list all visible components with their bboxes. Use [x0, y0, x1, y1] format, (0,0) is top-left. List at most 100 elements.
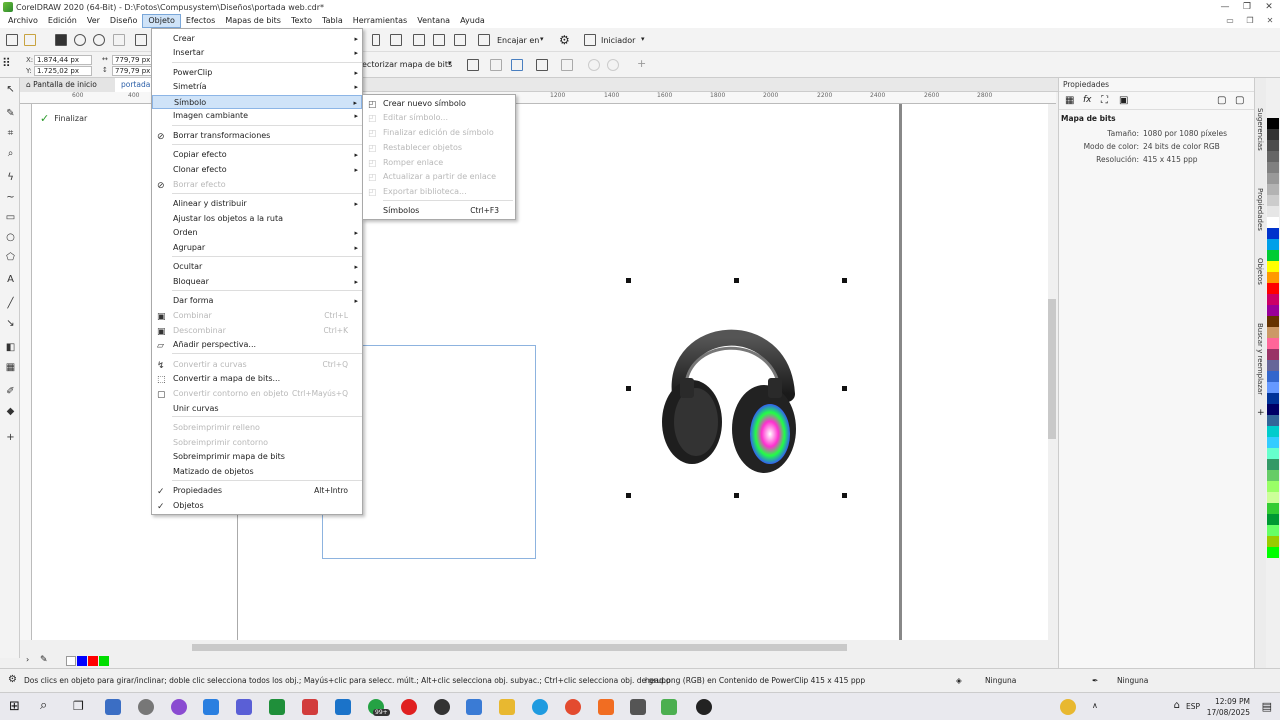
freehand-tool-icon[interactable]: ϟ [5, 172, 16, 183]
palette-swatch[interactable] [1267, 481, 1279, 492]
artistic-media-icon[interactable]: ~ [5, 192, 16, 203]
tab-propiedades[interactable]: Propiedades [1256, 188, 1264, 231]
link-bitmap-icon[interactable] [561, 59, 573, 71]
palette-swatch[interactable] [1267, 206, 1279, 217]
open-folder-icon[interactable] [24, 34, 36, 46]
menu-mapas-de-bits[interactable]: Mapas de bits [220, 14, 286, 28]
zoom-tool-icon[interactable]: ⌕ [5, 148, 16, 159]
add-icon[interactable]: + [637, 57, 646, 70]
dropdown-arrow-icon[interactable] [372, 34, 380, 46]
y-position-field[interactable]: 1.725,02 px [34, 66, 92, 76]
polygon-tool-icon[interactable]: ⬠ [5, 252, 16, 263]
network-icon[interactable]: ⌂ [1174, 700, 1180, 711]
objeto-menu-item[interactable]: Matizado de objetos [152, 465, 362, 479]
taskbar-app-icon-3[interactable] [203, 699, 219, 715]
tray-chevron-up-icon[interactable]: ∧ [1092, 701, 1098, 710]
palette-swatch[interactable] [1267, 492, 1279, 503]
palette-swatch[interactable] [1267, 250, 1279, 261]
palette-swatch[interactable] [1267, 173, 1279, 184]
print-icon[interactable] [113, 34, 125, 46]
drop-shadow-icon[interactable]: ◧ [5, 342, 16, 353]
palette-swatch[interactable] [1267, 294, 1279, 305]
objeto-menu-item[interactable]: Crear ▸ [152, 32, 362, 46]
palette-swatch[interactable] [1267, 272, 1279, 283]
notifications-icon[interactable]: ▤ [1262, 700, 1272, 713]
objeto-menu-item[interactable]: ⬚ Convertir a mapa de bits... [152, 372, 362, 386]
shape-icon[interactable]: ▢ [1217, 95, 1226, 106]
simbolo-submenu-item[interactable]: Símbolos Ctrl+F3 [363, 204, 515, 218]
menu-texto[interactable]: Texto [286, 14, 317, 28]
palette-swatch[interactable] [1267, 415, 1279, 426]
objeto-menu-item[interactable]: Simetría ▸ [152, 80, 362, 94]
fx-icon[interactable]: fx [1083, 95, 1092, 105]
taskbar-apple-icon[interactable] [138, 699, 154, 715]
taskbar-chatgpt-icon[interactable] [434, 699, 450, 715]
palette-swatch[interactable] [1267, 217, 1279, 228]
menu-herramientas[interactable]: Herramientas [348, 14, 413, 28]
taskbar-youtube-icon[interactable] [401, 699, 417, 715]
objeto-menu-item[interactable]: Orden ▸ [152, 226, 362, 240]
bitmap-mask-icon[interactable] [536, 59, 548, 71]
palette-swatch[interactable] [1267, 536, 1279, 547]
palette-swatch[interactable] [1267, 140, 1279, 151]
launcher-icon[interactable] [584, 34, 596, 46]
close-icon[interactable]: ✕ [1258, 0, 1280, 14]
doc-minimize-icon[interactable]: ▭ [1220, 14, 1240, 28]
cloud-download-icon[interactable] [93, 34, 105, 46]
doc-restore-icon[interactable]: ❐ [1240, 14, 1260, 28]
objeto-menu-item[interactable]: Ajustar los objetos a la ruta [152, 212, 362, 226]
pick-tool-icon[interactable]: ↖ [5, 84, 16, 95]
resample-icon[interactable] [511, 59, 523, 71]
objeto-menu-item[interactable]: Bloquear ▸ [152, 275, 362, 289]
taskbar-brave-icon[interactable] [598, 699, 614, 715]
selection-handle-tr[interactable] [842, 278, 847, 283]
x-position-field[interactable]: 1.874,44 px [34, 55, 92, 65]
objeto-menu-item[interactable]: Símbolo ▸ [152, 95, 362, 109]
crop-bitmap-icon[interactable] [490, 59, 502, 71]
color-swatch-red[interactable] [88, 656, 98, 666]
show-rulers-icon[interactable] [413, 34, 425, 46]
palette-swatch[interactable] [1267, 305, 1279, 316]
objeto-menu-item[interactable]: Unir curvas [152, 402, 362, 416]
palette-swatch[interactable] [1267, 195, 1279, 206]
taskbar-app-icon[interactable] [105, 699, 121, 715]
launcher-dropdown[interactable]: Iniciador [601, 36, 635, 45]
palette-swatch[interactable] [1267, 327, 1279, 338]
new-document-icon[interactable] [6, 34, 18, 46]
taskbar-app-icon-7[interactable] [696, 699, 712, 715]
windows-start-icon[interactable]: ⊞ [9, 699, 20, 714]
cloud-upload-icon[interactable] [74, 34, 86, 46]
add-docker-icon[interactable]: + [1257, 408, 1265, 418]
ellipse-tool-icon[interactable]: ○ [5, 232, 16, 243]
interactive-fill-icon[interactable]: ◆ [5, 406, 16, 417]
headphones-image[interactable] [652, 294, 802, 484]
objeto-menu-item[interactable]: ✓ Propiedades Alt+Intro [152, 484, 362, 498]
objeto-menu-item[interactable]: Insertar ▸ [152, 46, 362, 60]
palette-swatch[interactable] [1267, 129, 1279, 140]
objeto-menu-item[interactable]: PowerClip ▸ [152, 66, 362, 80]
search-icon[interactable]: ⌕ [40, 698, 47, 713]
menu-archivo[interactable]: Archivo [3, 14, 43, 28]
palette-swatch[interactable] [1267, 228, 1279, 239]
palette-swatch[interactable] [1267, 349, 1279, 360]
taskbar-app-icon-4[interactable] [302, 699, 318, 715]
tab-buscar-reemplazar[interactable]: Buscar y reemplazar [1256, 323, 1264, 395]
selection-handle-br[interactable] [842, 493, 847, 498]
objeto-menu-item[interactable]: Imagen cambiante ▸ [152, 109, 362, 123]
palette-swatch[interactable] [1267, 448, 1279, 459]
palette-swatch[interactable] [1267, 283, 1279, 294]
vertical-ruler[interactable] [20, 104, 32, 640]
width-field[interactable]: 779,79 px [112, 55, 152, 65]
palette-swatch[interactable] [1267, 426, 1279, 437]
selection-handle-b[interactable] [734, 493, 739, 498]
color-swatch-blue[interactable] [77, 656, 87, 666]
palette-swatch[interactable] [1267, 393, 1279, 404]
language-indicator[interactable]: ESP [1186, 702, 1200, 711]
selection-handle-l[interactable] [626, 386, 631, 391]
shape-tool-icon[interactable]: ✎ [5, 108, 16, 119]
palette-swatch[interactable] [1267, 404, 1279, 415]
finalize-powerclip-button[interactable]: ✓ Finalizar [40, 112, 87, 125]
text-tool-icon[interactable]: A [5, 274, 16, 285]
menu-efectos[interactable]: Efectos [181, 14, 220, 28]
objeto-menu-item[interactable]: Dar forma ▸ [152, 294, 362, 308]
